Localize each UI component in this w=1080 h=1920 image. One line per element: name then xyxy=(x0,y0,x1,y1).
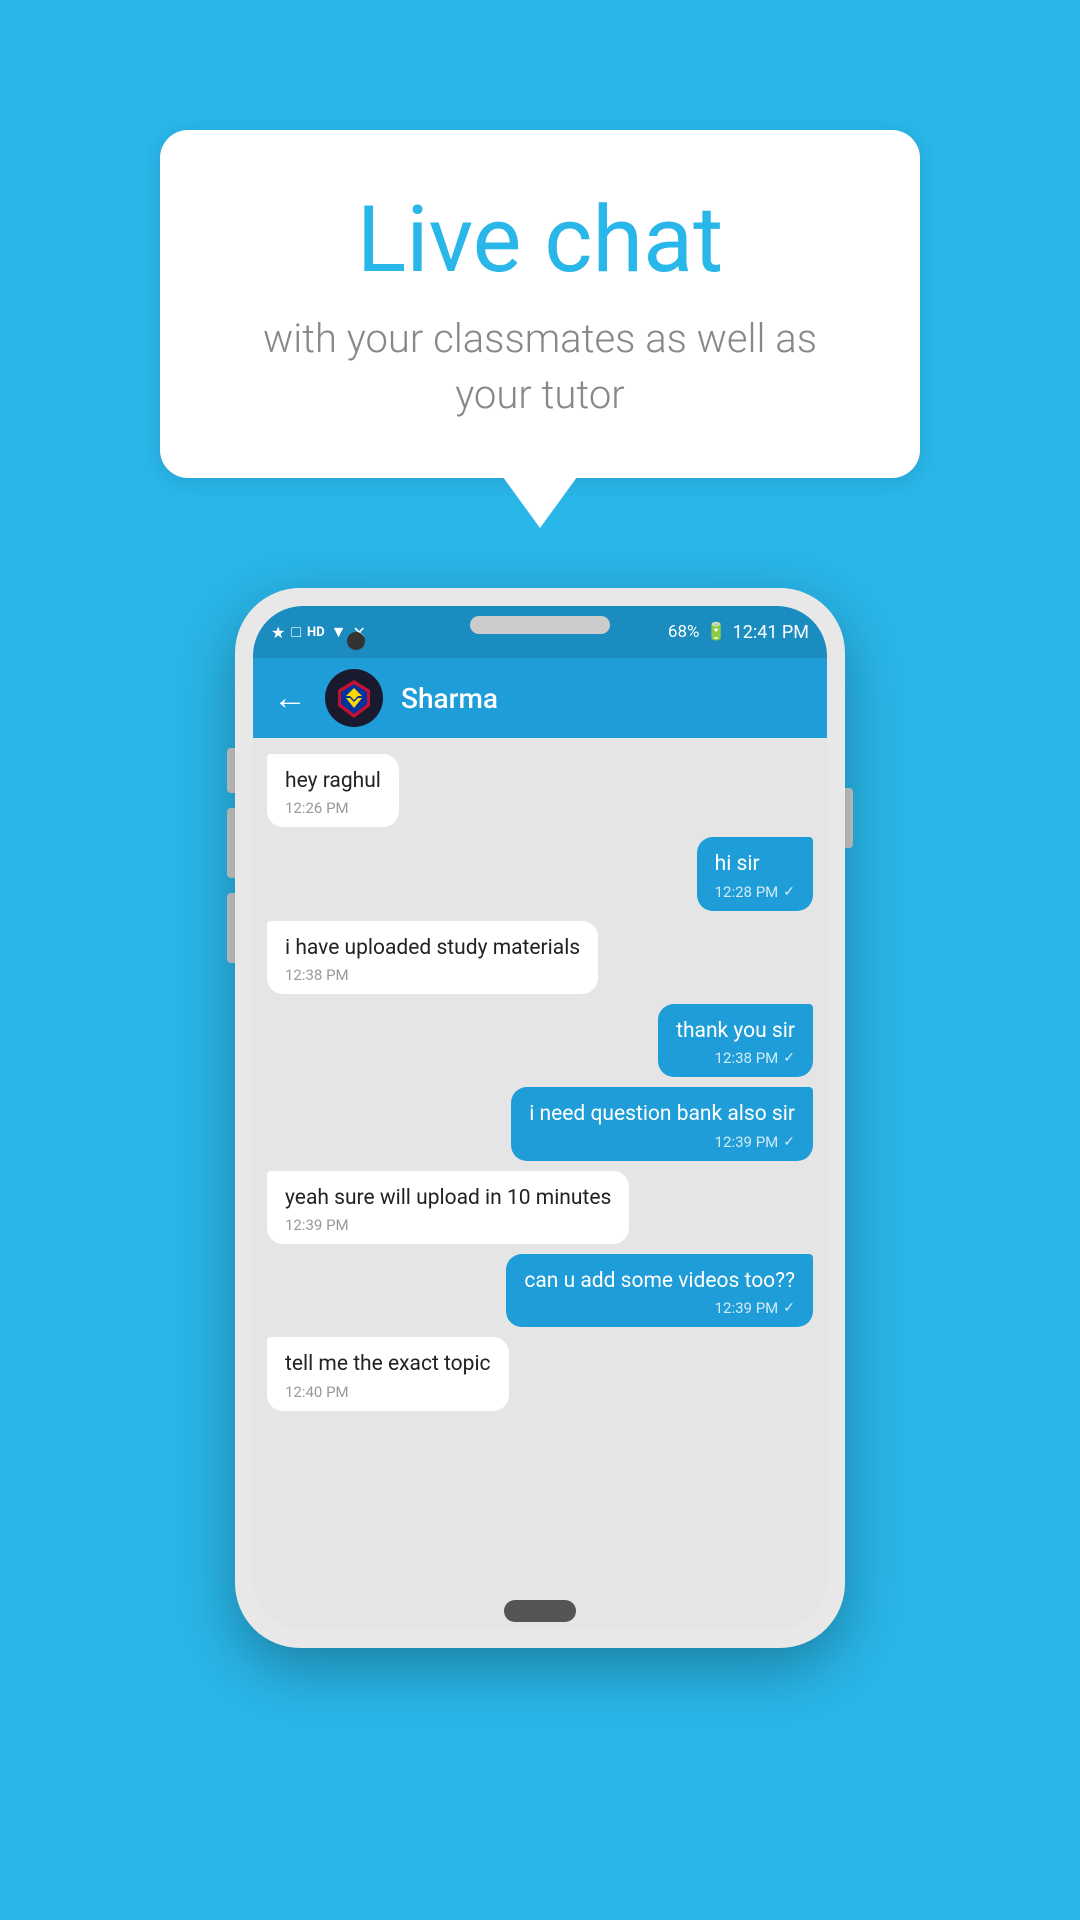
phone-screen: ★ □ HD ▼ ✕ 68% 🔋 12:41 PM ← xyxy=(253,606,827,1630)
bubble-sent-7: can u add some videos too?? 12:39 PM ✓ xyxy=(506,1254,813,1327)
signal-icon: □ xyxy=(291,622,301,642)
contact-name: Sharma xyxy=(401,682,498,715)
bubble-sent-4: thank you sir 12:38 PM ✓ xyxy=(658,1004,813,1077)
home-button[interactable] xyxy=(504,1600,576,1622)
message-row-3: i have uploaded study materials 12:38 PM xyxy=(267,921,813,994)
power-button xyxy=(845,788,853,848)
phone-mockup: ★ □ HD ▼ ✕ 68% 🔋 12:41 PM ← xyxy=(235,588,845,1648)
phone-speaker xyxy=(470,616,610,634)
bubble-sent-5: i need question bank also sir 12:39 PM ✓ xyxy=(511,1087,813,1160)
bubble-text-5: i need question bank also sir xyxy=(529,1101,795,1128)
phone-body: ★ □ HD ▼ ✕ 68% 🔋 12:41 PM ← xyxy=(235,588,845,1648)
bubble-time-4: 12:38 PM ✓ xyxy=(676,1049,795,1067)
superman-icon xyxy=(332,676,376,720)
bubble-received-1: hey raghul 12:26 PM xyxy=(267,754,399,827)
read-check-2: ✓ xyxy=(783,884,795,900)
bubble-time-5: 12:39 PM ✓ xyxy=(529,1133,795,1151)
speech-bubble: Live chat with your classmates as well a… xyxy=(160,130,920,478)
read-check-7: ✓ xyxy=(783,1300,795,1316)
bubble-received-8: tell me the exact topic 12:40 PM xyxy=(267,1337,509,1410)
message-row-1: hey raghul 12:26 PM xyxy=(267,754,813,827)
message-row-6: yeah sure will upload in 10 minutes 12:3… xyxy=(267,1171,813,1244)
battery-icon: 🔋 xyxy=(705,622,726,642)
message-row-2: hi sir 12:28 PM ✓ xyxy=(267,837,813,910)
message-row-8: tell me the exact topic 12:40 PM xyxy=(267,1337,813,1410)
hd-icon: HD xyxy=(307,625,325,640)
volume-up-button xyxy=(227,808,235,878)
bubble-text-8: tell me the exact topic xyxy=(285,1351,491,1378)
status-icons-right: 68% 🔋 12:41 PM xyxy=(668,622,809,643)
bubble-time-7: 12:39 PM ✓ xyxy=(524,1299,795,1317)
bubble-received-6: yeah sure will upload in 10 minutes 12:3… xyxy=(267,1171,629,1244)
bubble-text-6: yeah sure will upload in 10 minutes xyxy=(285,1185,611,1212)
message-row-7: can u add some videos too?? 12:39 PM ✓ xyxy=(267,1254,813,1327)
message-row-5: i need question bank also sir 12:39 PM ✓ xyxy=(267,1087,813,1160)
chat-area: hey raghul 12:26 PM hi sir 12:28 PM ✓ i … xyxy=(253,738,827,1630)
bubble-time-1: 12:26 PM xyxy=(285,799,381,817)
bubble-text-1: hey raghul xyxy=(285,768,381,795)
bubble-text-3: i have uploaded study materials xyxy=(285,935,580,962)
back-button[interactable]: ← xyxy=(273,678,307,718)
bubble-text-4: thank you sir xyxy=(676,1018,795,1045)
subtitle: with your classmates as well as your tut… xyxy=(240,311,840,423)
bubble-time-8: 12:40 PM xyxy=(285,1383,491,1401)
bubble-time-2: 12:28 PM ✓ xyxy=(715,883,795,901)
wifi-icon: ▼ xyxy=(331,622,347,642)
bubble-text-7: can u add some videos too?? xyxy=(524,1268,795,1295)
bubble-sent-2: hi sir 12:28 PM ✓ xyxy=(697,837,813,910)
volume-down-button xyxy=(227,893,235,963)
message-row-4: thank you sir 12:38 PM ✓ xyxy=(267,1004,813,1077)
battery-percent: 68% xyxy=(668,622,700,642)
contact-avatar xyxy=(325,669,383,727)
read-check-4: ✓ xyxy=(783,1050,795,1066)
bubble-time-3: 12:38 PM xyxy=(285,966,580,984)
status-time: 12:41 PM xyxy=(733,622,809,643)
chat-header: ← Sharma xyxy=(253,658,827,738)
bluetooth-icon: ★ xyxy=(271,623,285,642)
bubble-received-3: i have uploaded study materials 12:38 PM xyxy=(267,921,598,994)
main-title: Live chat xyxy=(240,190,840,291)
bubble-text-2: hi sir xyxy=(715,851,795,878)
read-check-5: ✓ xyxy=(783,1134,795,1150)
mute-button xyxy=(227,748,235,793)
bubble-time-6: 12:39 PM xyxy=(285,1216,611,1234)
